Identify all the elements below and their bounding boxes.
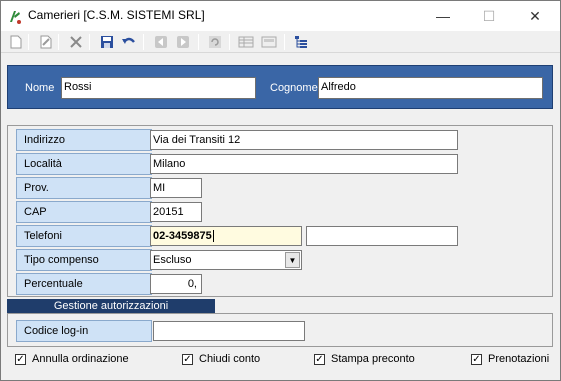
checkbox-check-icon: ✓ <box>471 353 482 365</box>
stampa-preconto-label: Stampa preconto <box>331 353 415 365</box>
tipo-compenso-value: Escluso <box>153 254 192 266</box>
refresh-button[interactable] <box>206 33 224 51</box>
checkbox-check-icon: ✓ <box>15 353 26 365</box>
tree-view-button[interactable] <box>292 33 310 51</box>
codice-login-label: Codice log-in <box>16 320 152 342</box>
prov-input[interactable]: MI <box>150 178 202 198</box>
form-view-icon <box>261 36 277 48</box>
cognome-label: Cognome <box>270 82 318 94</box>
window-title: Camerieri [C.S.M. SISTEMI SRL] <box>28 8 205 22</box>
codice-login-input[interactable] <box>153 321 305 341</box>
next-button[interactable] <box>174 33 192 51</box>
prov-label: Prov. <box>16 177 152 199</box>
tipo-compenso-label: Tipo compenso <box>16 249 152 271</box>
tipo-compenso-select[interactable]: Escluso ▼ <box>150 250 302 270</box>
stampa-preconto-checkbox[interactable]: ✓ Stampa preconto <box>314 353 415 365</box>
text-caret <box>212 230 214 243</box>
chevron-down-icon[interactable]: ▼ <box>285 252 300 268</box>
telefoni-label: Telefoni <box>16 225 152 247</box>
nome-label: Nome <box>25 82 55 94</box>
indirizzo-label: Indirizzo <box>16 129 152 151</box>
localita-input[interactable]: Milano <box>150 154 458 174</box>
checkbox-check-icon: ✓ <box>314 353 325 365</box>
edit-icon <box>40 35 52 49</box>
cognome-input[interactable]: Alfredo <box>318 77 543 99</box>
prenotazioni-label: Prenotazioni <box>488 353 550 365</box>
percentuale-input[interactable]: 0, <box>150 274 202 294</box>
chiudi-conto-checkbox[interactable]: ✓ Chiudi conto <box>182 353 260 365</box>
maximize-icon: ☐ <box>482 7 496 24</box>
previous-icon <box>155 36 167 48</box>
edit-button[interactable] <box>37 33 55 51</box>
annulla-ordinazione-checkbox[interactable]: ✓ Annulla ordinazione <box>15 353 129 365</box>
annulla-ordinazione-label: Annulla ordinazione <box>32 353 129 365</box>
minimize-icon: — <box>436 8 450 24</box>
close-button[interactable]: ✕ <box>512 1 558 31</box>
undo-icon <box>122 37 135 44</box>
save-button[interactable] <box>98 33 116 51</box>
next-icon <box>177 36 189 48</box>
grid-view-button[interactable] <box>237 33 255 51</box>
grid-view-icon <box>238 36 254 48</box>
close-icon: ✕ <box>529 7 541 24</box>
refresh-icon <box>209 36 221 48</box>
chiudi-conto-label: Chiudi conto <box>199 353 261 365</box>
telefono2-input[interactable] <box>306 226 458 246</box>
delete-icon <box>70 36 82 48</box>
camerieri-window: Camerieri [C.S.M. SISTEMI SRL] — ☐ ✕ Nom… <box>0 0 561 381</box>
auth-section-header: Gestione autorizzazioni <box>7 299 215 313</box>
indirizzo-input[interactable]: Via dei Transiti 12 <box>150 130 458 150</box>
name-panel: Nome Rossi Cognome Alfredo <box>7 65 553 109</box>
tree-view-icon <box>295 36 307 48</box>
telefono1-input[interactable]: 02-3459875 <box>150 226 302 246</box>
save-icon <box>101 36 113 48</box>
nome-input[interactable]: Rossi <box>61 77 256 99</box>
new-document-button[interactable] <box>7 33 25 51</box>
checkbox-check-icon: ✓ <box>182 353 193 365</box>
telefono1-value: 02-3459875 <box>153 230 212 242</box>
delete-button[interactable] <box>67 33 85 51</box>
form-view-button[interactable] <box>260 33 278 51</box>
percentuale-label: Percentuale <box>16 273 152 295</box>
cap-label: CAP <box>16 201 152 223</box>
toolbar <box>1 31 560 53</box>
minimize-button[interactable]: — <box>420 1 466 31</box>
app-logo-icon <box>10 11 21 24</box>
title-bar: Camerieri [C.S.M. SISTEMI SRL] — ☐ ✕ <box>1 1 560 31</box>
undo-button[interactable] <box>120 33 138 51</box>
maximize-button[interactable]: ☐ <box>466 1 512 31</box>
new-document-icon <box>10 35 22 49</box>
prenotazioni-checkbox[interactable]: ✓ Prenotazioni <box>471 353 549 365</box>
localita-label: Località <box>16 153 152 175</box>
address-panel: Indirizzo Via dei Transiti 12 Località M… <box>7 125 553 297</box>
auth-panel: Codice log-in <box>7 313 553 347</box>
cap-input[interactable]: 20151 <box>150 202 202 222</box>
previous-button[interactable] <box>152 33 170 51</box>
